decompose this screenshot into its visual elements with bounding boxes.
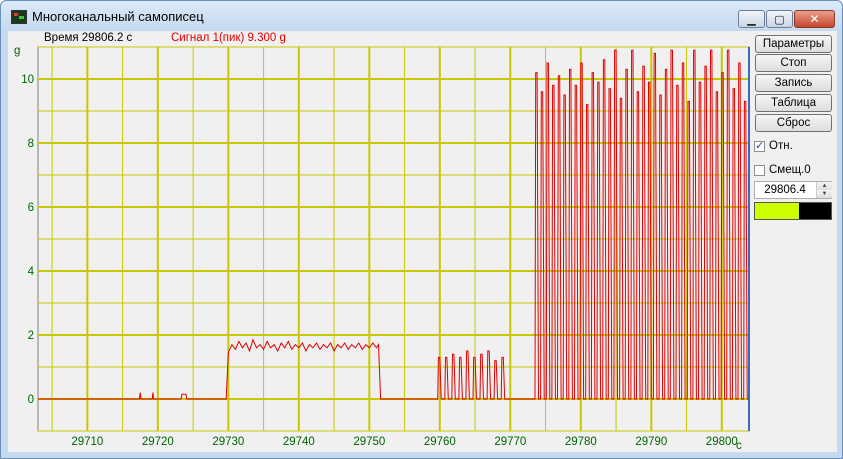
spin-up-icon[interactable]: ▲ — [816, 182, 832, 190]
x-tick-label: 29750 — [353, 436, 385, 448]
signal-color-swatch[interactable] — [755, 203, 799, 219]
x-tick-label: 29720 — [142, 436, 174, 448]
time-input[interactable] — [755, 182, 815, 198]
x-tick-label: 29730 — [212, 436, 244, 448]
checkbox-icon[interactable] — [754, 164, 765, 176]
app-icon — [11, 10, 27, 24]
background-color-swatch[interactable] — [799, 203, 831, 219]
title-bar[interactable]: Многоканальный самописец ▁ ▢ ✕ — [1, 1, 842, 31]
relative-checkbox[interactable]: Отн. — [754, 139, 843, 153]
x-tick-label: 29800 — [706, 436, 738, 448]
x-tick-label: 29780 — [565, 436, 597, 448]
maximize-icon: ▢ — [774, 12, 785, 26]
y-tick-label: 6 — [28, 202, 34, 214]
y-tick-label: 4 — [28, 266, 35, 278]
y-tick-label: 8 — [28, 138, 34, 150]
x-tick-label: 29790 — [635, 436, 667, 448]
table-button[interactable]: Таблица — [755, 94, 832, 112]
window-title: Многоканальный самописец — [32, 9, 204, 24]
x-tick-label: 29760 — [424, 436, 456, 448]
relative-label: Отн. — [769, 140, 793, 152]
offset-checkbox[interactable]: Смещ.0 — [754, 163, 843, 177]
parameters-button[interactable]: Параметры — [755, 35, 832, 53]
minimize-icon: ▁ — [747, 12, 756, 26]
y-tick-label: 2 — [28, 330, 34, 342]
app-window: Многоканальный самописец ▁ ▢ ✕ Время 298… — [0, 0, 843, 459]
stop-button[interactable]: Стоп — [755, 54, 832, 72]
y-axis-unit: g — [14, 45, 20, 57]
offset-label: Смещ.0 — [769, 164, 811, 176]
reset-button[interactable]: Сброс — [755, 114, 832, 132]
x-axis-unit: с — [736, 440, 742, 452]
minimize-button[interactable]: ▁ — [738, 10, 765, 28]
x-tick-label: 29740 — [283, 436, 315, 448]
color-swatch[interactable] — [754, 202, 832, 220]
recorder-chart[interactable]: 29710 29720 29730 29740 29750 29760 29770 29780… — [8, 31, 750, 452]
spin-down-icon[interactable]: ▼ — [816, 190, 832, 198]
close-icon: ✕ — [809, 12, 820, 26]
checkbox-checked-icon[interactable] — [754, 139, 765, 152]
x-tick-label: 29710 — [71, 436, 103, 448]
record-button[interactable]: Запись — [755, 74, 832, 92]
y-tick-label: 10 — [21, 74, 34, 86]
close-button[interactable]: ✕ — [794, 10, 835, 28]
x-tick-label: 29770 — [494, 436, 526, 448]
maximize-button[interactable]: ▢ — [766, 10, 793, 28]
time-spinner[interactable]: ▲ ▼ — [754, 181, 832, 199]
y-tick-label: 0 — [28, 394, 34, 406]
client-area: Время 29806.2 с Сигнал 1(пик) 9.300 g 29… — [8, 31, 837, 452]
